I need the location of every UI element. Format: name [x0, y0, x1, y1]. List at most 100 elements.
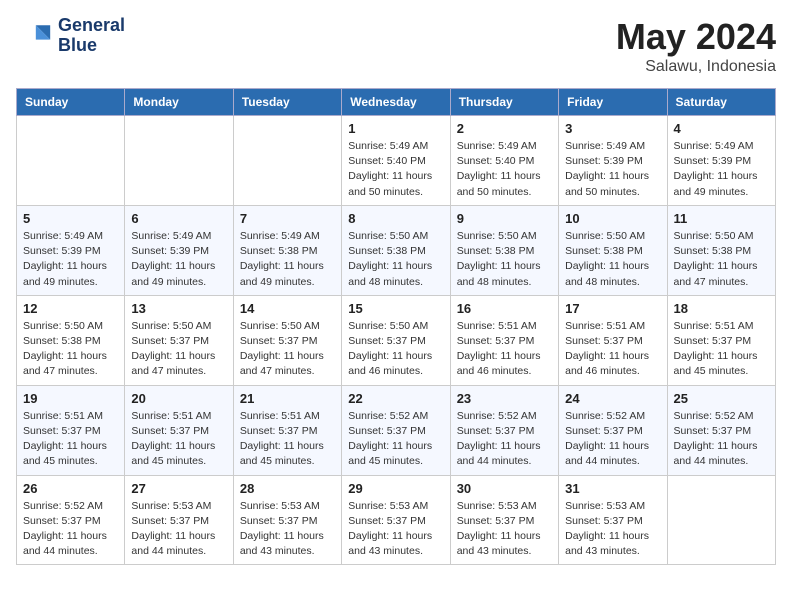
day-info: Sunrise: 5:50 AM Sunset: 5:38 PM Dayligh…	[348, 229, 443, 290]
day-number: 8	[348, 211, 443, 226]
calendar-table: SundayMondayTuesdayWednesdayThursdayFrid…	[16, 88, 776, 565]
day-number: 23	[457, 391, 552, 406]
calendar-cell: 29Sunrise: 5:53 AM Sunset: 5:37 PM Dayli…	[342, 475, 450, 565]
day-info: Sunrise: 5:53 AM Sunset: 5:37 PM Dayligh…	[131, 499, 226, 560]
calendar-cell: 8 Sunrise: 5:50 AM Sunset: 5:38 PM Daylig…	[342, 205, 450, 295]
day-info: Sunrise: 5:53 AM Sunset: 5:37 PM Dayligh…	[457, 499, 552, 560]
day-info: Sunrise: 5:52 AM Sunset: 5:37 PM Dayligh…	[23, 499, 118, 560]
day-info: Sunrise: 5:52 AM Sunset: 5:37 PM Dayligh…	[674, 409, 769, 470]
day-info: Sunrise: 5:53 AM Sunset: 5:37 PM Dayligh…	[240, 499, 335, 560]
day-number: 11	[674, 211, 769, 226]
day-number: 22	[348, 391, 443, 406]
day-number: 28	[240, 481, 335, 496]
day-info: Sunrise: 5:49 AM Sunset: 5:40 PM Dayligh…	[457, 139, 552, 200]
calendar-cell: 23 Sunrise: 5:52 AM Sunset: 5:37 PM Dayli…	[450, 385, 558, 475]
day-number: 12	[23, 301, 118, 316]
day-number: 10	[565, 211, 660, 226]
calendar-cell: 19Sunrise: 5:51 AM Sunset: 5:37 PM Dayli…	[17, 385, 125, 475]
calendar-cell: 9 Sunrise: 5:50 AM Sunset: 5:38 PM Daylig…	[450, 205, 558, 295]
day-number: 30	[457, 481, 552, 496]
day-info: Sunrise: 5:49 AM Sunset: 5:39 PM Dayligh…	[131, 229, 226, 290]
day-number: 18	[674, 301, 769, 316]
logo-icon	[16, 18, 52, 54]
day-info: Sunrise: 5:50 AM Sunset: 5:37 PM Dayligh…	[348, 319, 443, 380]
calendar-cell: 20 Sunrise: 5:51 AM Sunset: 5:37 PM Dayli…	[125, 385, 233, 475]
day-number: 15	[348, 301, 443, 316]
calendar-cell	[17, 116, 125, 206]
calendar-cell: 11 Sunrise: 5:50 AM Sunset: 5:38 PM Dayli…	[667, 205, 775, 295]
day-number: 16	[457, 301, 552, 316]
day-number: 1	[348, 121, 443, 136]
day-info: Sunrise: 5:50 AM Sunset: 5:37 PM Dayligh…	[131, 319, 226, 380]
calendar-cell: 21 Sunrise: 5:51 AM Sunset: 5:37 PM Dayli…	[233, 385, 341, 475]
day-number: 2	[457, 121, 552, 136]
day-info: Sunrise: 5:51 AM Sunset: 5:37 PM Dayligh…	[457, 319, 552, 380]
calendar-cell: 25 Sunrise: 5:52 AM Sunset: 5:37 PM Dayli…	[667, 385, 775, 475]
day-number: 6	[131, 211, 226, 226]
day-info: Sunrise: 5:50 AM Sunset: 5:38 PM Dayligh…	[565, 229, 660, 290]
calendar-cell: 16 Sunrise: 5:51 AM Sunset: 5:37 PM Dayli…	[450, 295, 558, 385]
day-number: 21	[240, 391, 335, 406]
calendar-cell: 3 Sunrise: 5:49 AM Sunset: 5:39 PM Daylig…	[559, 116, 667, 206]
day-info: Sunrise: 5:51 AM Sunset: 5:37 PM Dayligh…	[240, 409, 335, 470]
calendar-cell: 10 Sunrise: 5:50 AM Sunset: 5:38 PM Dayli…	[559, 205, 667, 295]
calendar-cell: 14Sunrise: 5:50 AM Sunset: 5:37 PM Dayli…	[233, 295, 341, 385]
day-number: 9	[457, 211, 552, 226]
calendar-cell: 26Sunrise: 5:52 AM Sunset: 5:37 PM Dayli…	[17, 475, 125, 565]
day-number: 14	[240, 301, 335, 316]
calendar-cell: 1Sunrise: 5:49 AM Sunset: 5:40 PM Daylig…	[342, 116, 450, 206]
day-number: 31	[565, 481, 660, 496]
calendar-cell	[125, 116, 233, 206]
weekday-header-saturday: Saturday	[667, 89, 775, 116]
day-number: 25	[674, 391, 769, 406]
weekday-header-friday: Friday	[559, 89, 667, 116]
calendar-week-row: 26Sunrise: 5:52 AM Sunset: 5:37 PM Dayli…	[17, 475, 776, 565]
logo-line1: General	[58, 16, 125, 36]
calendar-cell: 27 Sunrise: 5:53 AM Sunset: 5:37 PM Dayli…	[125, 475, 233, 565]
day-number: 24	[565, 391, 660, 406]
day-info: Sunrise: 5:49 AM Sunset: 5:39 PM Dayligh…	[565, 139, 660, 200]
day-number: 20	[131, 391, 226, 406]
day-info: Sunrise: 5:50 AM Sunset: 5:38 PM Dayligh…	[457, 229, 552, 290]
calendar-cell: 4Sunrise: 5:49 AM Sunset: 5:39 PM Daylig…	[667, 116, 775, 206]
logo: General Blue	[16, 16, 125, 56]
day-info: Sunrise: 5:51 AM Sunset: 5:37 PM Dayligh…	[674, 319, 769, 380]
day-info: Sunrise: 5:49 AM Sunset: 5:39 PM Dayligh…	[674, 139, 769, 200]
calendar-cell: 12Sunrise: 5:50 AM Sunset: 5:38 PM Dayli…	[17, 295, 125, 385]
calendar-week-row: 12Sunrise: 5:50 AM Sunset: 5:38 PM Dayli…	[17, 295, 776, 385]
calendar-cell: 7Sunrise: 5:49 AM Sunset: 5:38 PM Daylig…	[233, 205, 341, 295]
page-header: General Blue May 2024 Salawu, Indonesia	[16, 16, 776, 76]
day-number: 27	[131, 481, 226, 496]
calendar-cell: 5Sunrise: 5:49 AM Sunset: 5:39 PM Daylig…	[17, 205, 125, 295]
calendar-cell: 28 Sunrise: 5:53 AM Sunset: 5:37 PM Dayli…	[233, 475, 341, 565]
weekday-header-wednesday: Wednesday	[342, 89, 450, 116]
calendar-cell: 30 Sunrise: 5:53 AM Sunset: 5:37 PM Dayli…	[450, 475, 558, 565]
day-info: Sunrise: 5:53 AM Sunset: 5:37 PM Dayligh…	[348, 499, 443, 560]
day-info: Sunrise: 5:53 AM Sunset: 5:37 PM Dayligh…	[565, 499, 660, 560]
calendar-cell: 24Sunrise: 5:52 AM Sunset: 5:37 PM Dayli…	[559, 385, 667, 475]
day-number: 7	[240, 211, 335, 226]
day-number: 3	[565, 121, 660, 136]
day-number: 17	[565, 301, 660, 316]
calendar-cell: 31 Sunrise: 5:53 AM Sunset: 5:37 PM Dayli…	[559, 475, 667, 565]
calendar-week-row: 19Sunrise: 5:51 AM Sunset: 5:37 PM Dayli…	[17, 385, 776, 475]
calendar-week-row: 5 Sunrise: 5:49 AM Sunset: 5:39 PM Daylig…	[17, 205, 776, 295]
calendar-cell: 13 Sunrise: 5:50 AM Sunset: 5:37 PM Dayli…	[125, 295, 233, 385]
calendar-cell: 22Sunrise: 5:52 AM Sunset: 5:37 PM Dayli…	[342, 385, 450, 475]
day-number: 13	[131, 301, 226, 316]
calendar-cell: 18 Sunrise: 5:51 AM Sunset: 5:37 PM Dayli…	[667, 295, 775, 385]
logo-line2: Blue	[58, 36, 125, 56]
calendar-cell: 17Sunrise: 5:51 AM Sunset: 5:37 PM Dayli…	[559, 295, 667, 385]
calendar-cell: 6 Sunrise: 5:49 AM Sunset: 5:39 PM Daylig…	[125, 205, 233, 295]
weekday-header-monday: Monday	[125, 89, 233, 116]
day-info: Sunrise: 5:50 AM Sunset: 5:38 PM Dayligh…	[674, 229, 769, 290]
weekday-header-row: SundayMondayTuesdayWednesdayThursdayFrid…	[17, 89, 776, 116]
day-number: 5	[23, 211, 118, 226]
calendar-cell: 15 Sunrise: 5:50 AM Sunset: 5:37 PM Dayli…	[342, 295, 450, 385]
weekday-header-thursday: Thursday	[450, 89, 558, 116]
calendar-week-row: 1 Sunrise: 5:49 AM Sunset: 5:40 PM Daylig…	[17, 116, 776, 206]
title-block: May 2024 Salawu, Indonesia	[616, 16, 776, 76]
day-info: Sunrise: 5:51 AM Sunset: 5:37 PM Dayligh…	[23, 409, 118, 470]
day-info: Sunrise: 5:52 AM Sunset: 5:37 PM Dayligh…	[457, 409, 552, 470]
day-info: Sunrise: 5:51 AM Sunset: 5:37 PM Dayligh…	[131, 409, 226, 470]
